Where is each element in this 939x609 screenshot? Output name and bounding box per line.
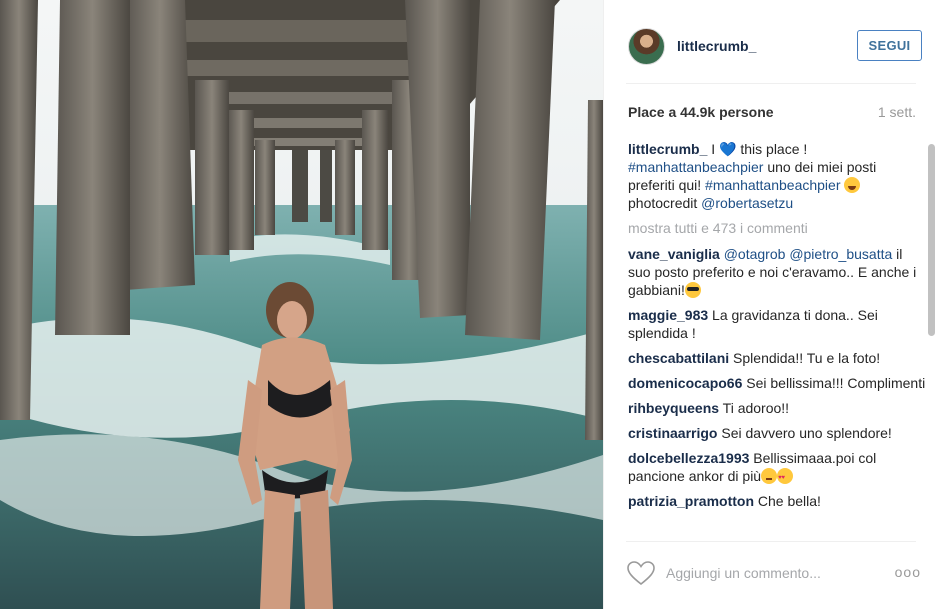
caption: littlecrumb_ I 💙 this place ! #manhattan… bbox=[628, 140, 926, 212]
mention-link[interactable]: @robertasetzu bbox=[701, 195, 793, 211]
pier-beach-image bbox=[0, 0, 603, 609]
pensive-emoji-icon bbox=[761, 468, 778, 484]
post-header: littlecrumb_ SEGUI bbox=[628, 26, 922, 66]
follow-button[interactable]: SEGUI bbox=[857, 30, 922, 61]
comment-username[interactable]: dolcebellezza1993 bbox=[628, 450, 749, 466]
heart-icon[interactable] bbox=[626, 560, 656, 586]
comment-username[interactable]: chescabattilani bbox=[628, 350, 729, 366]
show-all-comments-link[interactable]: mostra tutti e 473 i commenti bbox=[628, 219, 926, 237]
comment-username[interactable]: cristinaarrigo bbox=[628, 425, 717, 441]
likes-count[interactable]: Place a 44.9k persone bbox=[628, 104, 774, 120]
comment-text: Ti adoroo!! bbox=[719, 400, 790, 416]
comment-username[interactable]: domenicocapo66 bbox=[628, 375, 742, 391]
scrollbar-thumb[interactable] bbox=[928, 144, 935, 336]
divider bbox=[626, 83, 916, 84]
comment-item: cristinaarrigo Sei davvero uno splendore… bbox=[628, 424, 926, 442]
comment-text: Che bella! bbox=[754, 493, 821, 509]
comment-item: chescabattilani Splendida!! Tu e la foto… bbox=[628, 349, 926, 367]
more-options-icon[interactable]: ooo bbox=[895, 564, 921, 580]
comment-item: patrizia_pramotton Che bella! bbox=[628, 492, 926, 510]
comment-username[interactable]: vane_vaniglia bbox=[628, 246, 720, 262]
hashtag-link[interactable]: #manhattanbeachpier bbox=[628, 159, 763, 175]
divider bbox=[626, 541, 916, 542]
heart-eyes-emoji-icon bbox=[777, 468, 794, 487]
post-side-panel: littlecrumb_ SEGUI Place a 44.9k persone… bbox=[603, 0, 939, 609]
comment-item: domenicocapo66 Sei bellissima!!! Complim… bbox=[628, 374, 926, 392]
comment-text: Sei davvero uno splendore! bbox=[717, 425, 892, 441]
post-photo[interactable] bbox=[0, 0, 603, 609]
comment-text: Sei bellissima!!! Complimenti bbox=[742, 375, 926, 391]
post-time[interactable]: 1 sett. bbox=[878, 104, 916, 120]
avatar[interactable] bbox=[628, 27, 665, 65]
comment-item: maggie_983 La gravidanza ti dona.. Sei s… bbox=[628, 306, 926, 342]
add-comment-input[interactable] bbox=[666, 565, 866, 581]
comment-username[interactable]: maggie_983 bbox=[628, 307, 708, 323]
comment-item: rihbeyqueens Ti adoroo!! bbox=[628, 399, 926, 417]
sunglasses-emoji-icon bbox=[684, 282, 701, 298]
grinning-emoji-icon bbox=[844, 177, 861, 193]
blue-heart-emoji-icon: 💙 bbox=[719, 141, 737, 157]
caption-text: I bbox=[707, 141, 720, 157]
comments-list[interactable]: littlecrumb_ I 💙 this place ! #manhattan… bbox=[628, 140, 926, 537]
hashtag-link[interactable]: #manhattanbeachpier bbox=[705, 177, 840, 193]
username-link[interactable]: littlecrumb_ bbox=[677, 38, 756, 54]
caption-text: photocredit bbox=[628, 195, 702, 211]
caption-username[interactable]: littlecrumb_ bbox=[628, 141, 707, 157]
comment-username[interactable]: rihbeyqueens bbox=[628, 400, 719, 416]
likes-row: Place a 44.9k persone 1 sett. bbox=[628, 104, 916, 120]
comment-text: Splendida!! Tu e la foto! bbox=[729, 350, 881, 366]
comment-item: vane_vaniglia @otagrob @pietro_busatta i… bbox=[628, 245, 926, 299]
caption-text: this place ! bbox=[736, 141, 808, 157]
comment-item: dolcebellezza1993 Bellissimaaa.poi col p… bbox=[628, 449, 926, 487]
comment-footer: ooo bbox=[626, 556, 921, 590]
mention-link[interactable]: @pietro_busatta bbox=[789, 246, 892, 262]
comment-username[interactable]: patrizia_pramotton bbox=[628, 493, 754, 509]
mention-link[interactable]: @otagrob bbox=[724, 246, 786, 262]
comments-scrollbar[interactable] bbox=[927, 140, 936, 537]
